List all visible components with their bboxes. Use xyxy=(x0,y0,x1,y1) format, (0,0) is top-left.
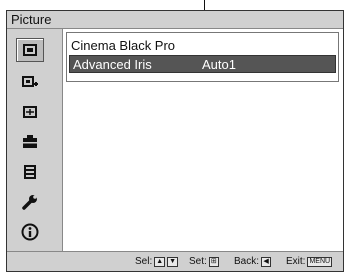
enter-key-icon: ⊞ xyxy=(208,256,219,267)
sidebar-item-information[interactable] xyxy=(16,220,44,244)
menu-item-value: Auto1 xyxy=(202,57,236,72)
hint-back: Back: ◀ xyxy=(234,256,272,267)
menu-footer-hints: Sel: ▲ ▼ Set: ⊞ Back: ◀ Exit: MENU xyxy=(7,251,343,271)
menu-content-panel: Cinema Black Pro Advanced Iris Auto1 xyxy=(62,29,343,255)
wrench-icon xyxy=(22,195,37,210)
information-icon xyxy=(21,223,39,241)
function-icon xyxy=(24,165,36,179)
menu-sidebar xyxy=(10,32,54,252)
hint-select: Sel: ▲ ▼ xyxy=(135,256,179,267)
menu-item-label: Advanced Iris xyxy=(73,57,152,72)
sidebar-item-picture[interactable] xyxy=(16,38,44,62)
left-arrow-key-icon: ◀ xyxy=(261,256,272,267)
sidebar-item-installation[interactable] xyxy=(16,190,44,214)
menu-title-bar: Picture xyxy=(7,11,343,29)
setup-icon xyxy=(23,135,37,148)
callout-pointer-line xyxy=(204,0,205,10)
sidebar-item-screen[interactable] xyxy=(16,100,44,124)
up-arrow-key-icon: ▲ xyxy=(154,256,166,267)
osd-menu-window: Picture Cinema Black Pro Advanced Iris A… xyxy=(6,10,344,272)
sidebar-item-function[interactable] xyxy=(16,160,44,184)
sidebar-item-advanced-picture[interactable] xyxy=(16,70,44,94)
advanced-picture-icon xyxy=(22,76,38,87)
menu-item-label: Cinema Black Pro xyxy=(71,38,176,53)
hint-set: Set: ⊞ xyxy=(189,256,219,267)
menu-item-advanced-iris[interactable]: Advanced Iris Auto1 xyxy=(69,55,336,73)
down-arrow-key-icon: ▼ xyxy=(167,256,179,267)
menu-item-cinema-black-pro[interactable]: Cinema Black Pro xyxy=(71,37,175,55)
screen-icon xyxy=(23,106,37,118)
picture-icon xyxy=(23,44,37,56)
menu-item-list: Cinema Black Pro Advanced Iris Auto1 xyxy=(66,32,339,82)
menu-key-icon: MENU xyxy=(307,256,333,267)
hint-exit: Exit: MENU xyxy=(286,256,333,267)
menu-title: Picture xyxy=(11,12,52,27)
sidebar-item-setup[interactable] xyxy=(16,130,44,154)
